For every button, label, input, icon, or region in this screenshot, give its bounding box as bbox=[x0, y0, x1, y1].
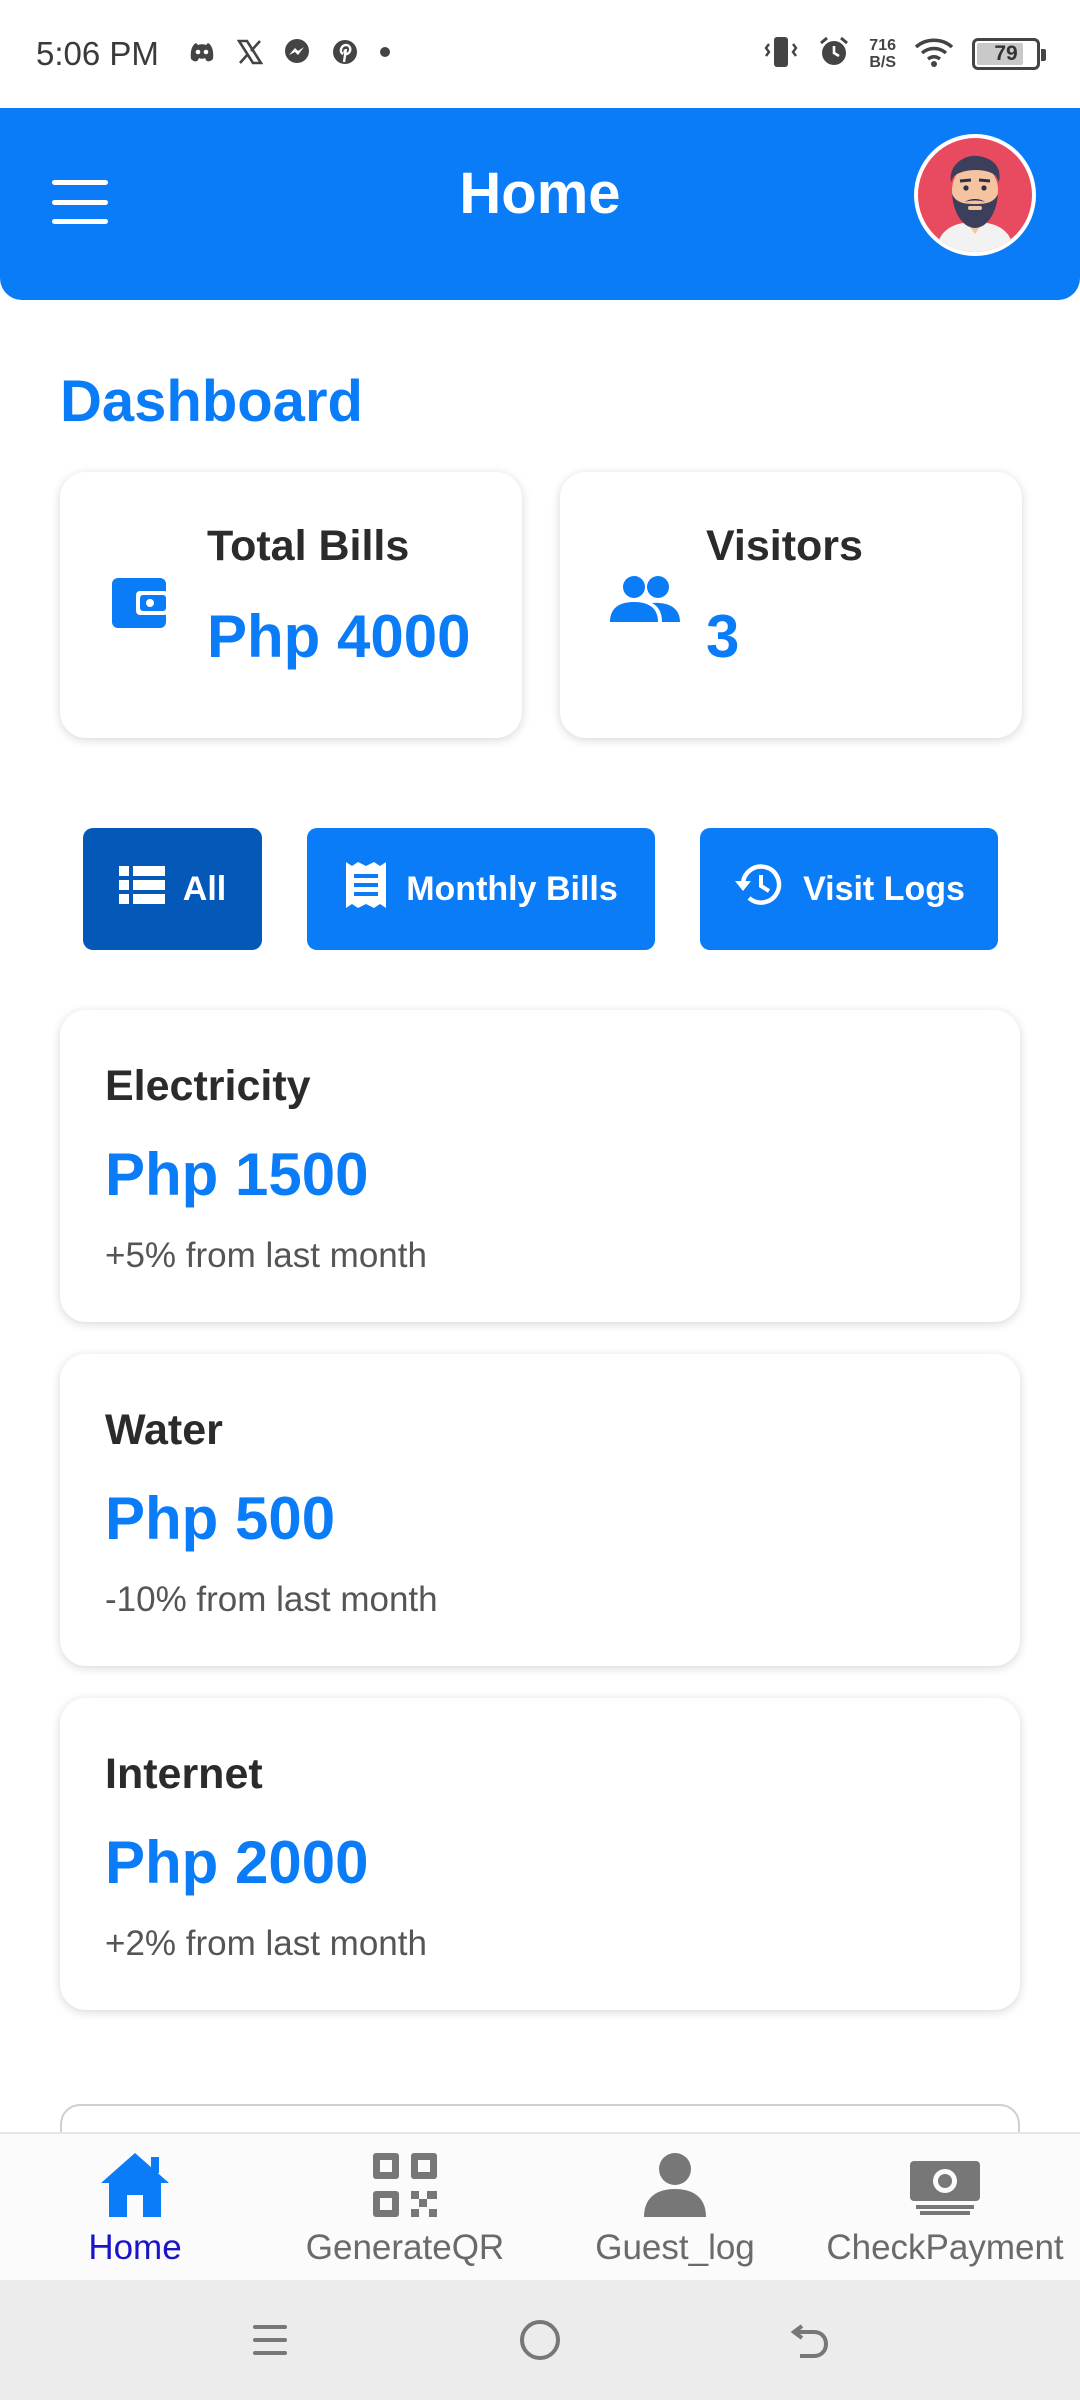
filter-all-button[interactable]: All bbox=[83, 828, 262, 950]
bill-change: +5% from last month bbox=[105, 1236, 427, 1275]
bottom-navigation: Home GenerateQR Guest_log CheckPayment bbox=[0, 2132, 1080, 2280]
filter-visit-logs-button[interactable]: Visit Logs bbox=[700, 828, 998, 950]
bill-amount: Php 500 bbox=[105, 1485, 336, 1552]
history-icon bbox=[733, 861, 785, 918]
nav-check-payment[interactable]: CheckPayment bbox=[810, 2134, 1080, 2282]
bill-name: Internet bbox=[105, 1750, 263, 1798]
system-navigation-bar bbox=[0, 2280, 1080, 2400]
bill-card-internet[interactable]: Internet Php 2000 +2% from last month bbox=[60, 1698, 1020, 2010]
bill-card-water[interactable]: Water Php 500 -10% from last month bbox=[60, 1354, 1020, 1666]
filter-monthly-bills-label: Monthly Bills bbox=[406, 869, 618, 908]
filter-visit-logs-label: Visit Logs bbox=[803, 869, 965, 908]
bill-card-electricity[interactable]: Electricity Php 1500 +5% from last month bbox=[60, 1010, 1020, 1322]
app-bar: Home bbox=[0, 108, 1080, 300]
nav-generate-qr[interactable]: GenerateQR bbox=[270, 2134, 540, 2282]
nav-home-label: Home bbox=[88, 2228, 182, 2267]
avatar[interactable] bbox=[914, 134, 1036, 256]
status-time: 5:06 PM bbox=[36, 35, 159, 72]
nav-guest-log[interactable]: Guest_log bbox=[540, 2134, 810, 2282]
bill-amount: Php 2000 bbox=[105, 1829, 369, 1896]
nav-home[interactable]: Home bbox=[0, 2134, 270, 2282]
bill-name: Electricity bbox=[105, 1062, 311, 1110]
list-icon bbox=[118, 865, 165, 913]
nav-guest-log-label: Guest_log bbox=[595, 2228, 755, 2267]
status-bar: 5:06 PM 716 B/S 79 bbox=[0, 0, 1080, 108]
total-bills-label: Total Bills bbox=[207, 522, 410, 570]
pinterest-icon bbox=[331, 38, 359, 71]
visitors-card[interactable]: Visitors 3 bbox=[560, 472, 1022, 738]
people-icon bbox=[610, 574, 680, 629]
bill-change: +2% from last month bbox=[105, 1924, 427, 1963]
receipt-icon bbox=[344, 860, 388, 919]
system-status-icons: 716 B/S 79 bbox=[763, 0, 1046, 108]
payment-icon bbox=[908, 2148, 982, 2222]
bill-change: -10% from last month bbox=[105, 1580, 438, 1619]
bill-name: Water bbox=[105, 1406, 223, 1454]
nav-generate-qr-label: GenerateQR bbox=[305, 2228, 505, 2267]
filter-monthly-bills-button[interactable]: Monthly Bills bbox=[307, 828, 655, 950]
filter-all-label: All bbox=[182, 869, 227, 908]
wifi-icon bbox=[914, 36, 954, 73]
wallet-icon bbox=[110, 574, 170, 635]
total-bills-value: Php 4000 bbox=[207, 603, 471, 670]
battery-icon: 79 bbox=[972, 38, 1046, 70]
recent-apps-icon[interactable] bbox=[240, 2310, 300, 2370]
dashboard-title: Dashboard bbox=[60, 369, 363, 434]
system-home-icon[interactable] bbox=[510, 2310, 570, 2370]
messenger-icon bbox=[283, 38, 311, 71]
home-icon bbox=[99, 2148, 171, 2222]
visitors-label: Visitors bbox=[706, 522, 863, 570]
visitors-value: 3 bbox=[706, 603, 740, 670]
bill-amount: Php 1500 bbox=[105, 1141, 369, 1208]
nav-check-payment-label: CheckPayment bbox=[826, 2228, 1064, 2267]
network-speed-unit: B/S bbox=[869, 54, 896, 71]
person-icon bbox=[642, 2148, 708, 2222]
notification-icons bbox=[187, 38, 391, 71]
qr-code-icon bbox=[371, 2148, 439, 2222]
total-bills-card[interactable]: Total Bills Php 4000 bbox=[60, 472, 522, 738]
x-icon bbox=[236, 39, 264, 70]
discord-icon bbox=[187, 39, 217, 70]
alarm-icon bbox=[817, 35, 851, 74]
network-speed: 716 B/S bbox=[869, 37, 896, 71]
dot-icon bbox=[379, 45, 391, 63]
network-speed-value: 716 bbox=[869, 37, 896, 54]
vibrate-icon bbox=[763, 35, 799, 74]
battery-level: 79 bbox=[994, 42, 1018, 65]
system-back-icon[interactable] bbox=[780, 2310, 840, 2370]
